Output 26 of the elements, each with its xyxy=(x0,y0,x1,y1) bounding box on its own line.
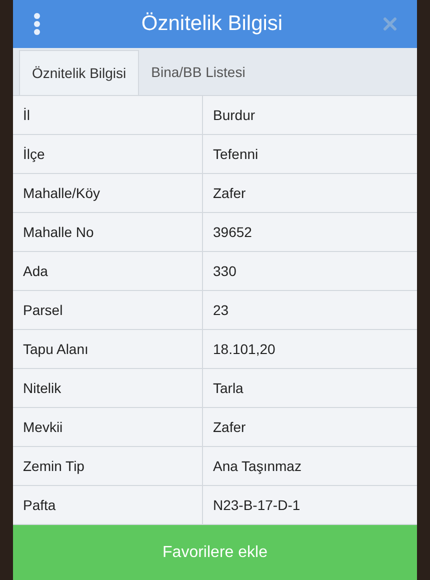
menu-icon[interactable] xyxy=(33,13,41,35)
dialog-title: Öznitelik Bilgisi xyxy=(141,11,283,38)
attribute-name-cell: Nitelik xyxy=(13,369,203,407)
attribute-value-cell-text: 23 xyxy=(212,300,230,320)
attribute-value-cell-text: Burdur xyxy=(212,106,256,124)
attribute-name-cell: Mevkii xyxy=(13,408,203,446)
attribute-name-cell: İl xyxy=(13,96,203,134)
attribute-name-cell: Parsel xyxy=(13,291,203,329)
attribute-value-cell-text: Tarla xyxy=(212,378,244,398)
attribute-value-cell-text: 18.101,20 xyxy=(212,340,276,358)
attribute-name-cell: Pafta xyxy=(13,486,203,524)
attribute-name-cell: Zemin Tip xyxy=(13,447,203,485)
attribute-value-cell-text: 39652 xyxy=(212,222,253,242)
tab[interactable]: Bina/BB Listesi xyxy=(139,50,258,95)
attribute-name-cell: Mahalle No xyxy=(13,213,203,251)
attribute-value-cell-text: N23-B-17-D-1 xyxy=(212,496,302,514)
attribute-value-cell-text: Ana Taşınmaz xyxy=(212,456,302,476)
attribute-value-cell-text: 330 xyxy=(212,262,238,280)
attribute-value-cell-text: Zafer xyxy=(212,418,247,436)
attribute-value-cell-text: Tefenni xyxy=(212,144,260,164)
attribute-name-cell: Mahalle/Köy xyxy=(13,174,203,212)
attribute-name-cell: Tapu Alanı xyxy=(13,330,203,368)
attribute-name-cell: İlçe xyxy=(13,135,203,173)
tab[interactable]: Öznitelik Bilgisi xyxy=(19,50,140,95)
attribute-name-cell: Ada xyxy=(13,252,203,290)
attribute-value-cell-text: Zafer xyxy=(212,184,247,202)
